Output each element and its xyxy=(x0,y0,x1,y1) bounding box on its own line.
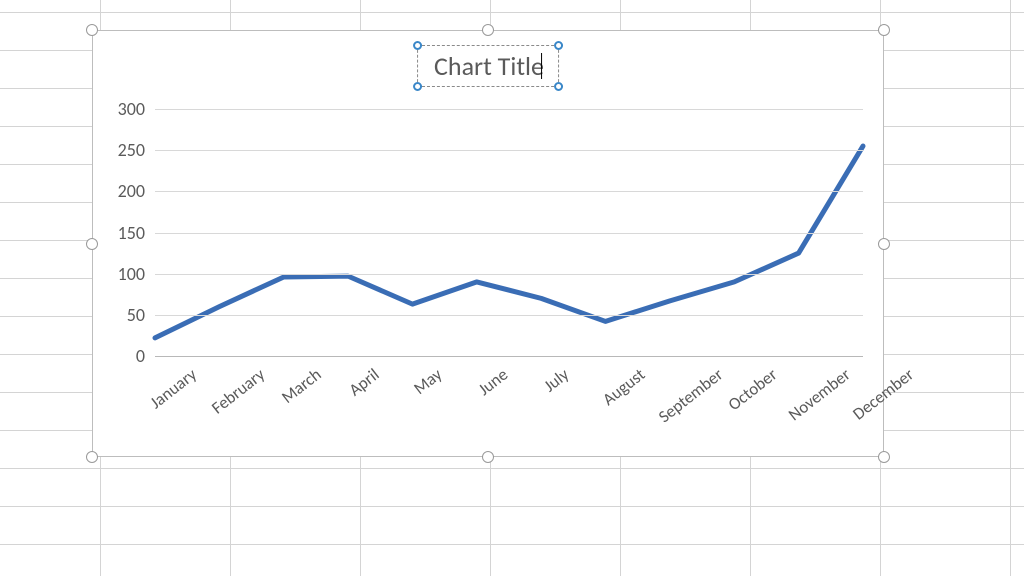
series-1-line[interactable] xyxy=(155,146,863,338)
x-axis-tick: June xyxy=(468,356,512,400)
x-axis-tick: March xyxy=(271,356,325,408)
x-axis-tick: May xyxy=(404,356,447,399)
y-axis-tick: 50 xyxy=(127,304,155,326)
chart-title[interactable]: Chart Title xyxy=(417,45,559,87)
chart-resize-handle-bm[interactable] xyxy=(482,451,494,463)
x-axis-tick: February xyxy=(202,356,270,418)
y-gridline xyxy=(155,356,863,357)
y-gridline xyxy=(155,191,863,192)
chart-resize-handle-mr[interactable] xyxy=(878,238,890,250)
y-axis-tick: 200 xyxy=(118,180,155,202)
title-handle-bl[interactable] xyxy=(413,82,422,91)
y-gridline xyxy=(155,274,863,275)
chart-object[interactable]: Chart Title 050100150200250300JanuaryFeb… xyxy=(92,30,884,457)
x-axis-tick: July xyxy=(534,356,574,396)
y-gridline xyxy=(155,150,863,151)
chart-resize-handle-tl[interactable] xyxy=(86,24,98,36)
y-axis-tick: 250 xyxy=(118,139,155,161)
chart-resize-handle-br[interactable] xyxy=(878,451,890,463)
y-gridline xyxy=(155,233,863,234)
chart-title-text: Chart Title xyxy=(434,50,544,82)
y-gridline xyxy=(155,315,863,316)
text-cursor xyxy=(541,53,542,79)
chart-resize-handle-bl[interactable] xyxy=(86,451,98,463)
x-axis-tick: November xyxy=(778,356,854,425)
title-handle-br[interactable] xyxy=(554,82,563,91)
title-handle-tl[interactable] xyxy=(413,41,422,50)
y-axis-tick: 100 xyxy=(118,263,155,285)
x-axis-tick: August xyxy=(592,356,649,410)
chart-resize-handle-tm[interactable] xyxy=(482,24,494,36)
y-axis-tick: 0 xyxy=(136,345,155,367)
plot-area[interactable]: 050100150200250300JanuaryFebruaryMarchAp… xyxy=(155,109,863,356)
x-axis-tick: September xyxy=(648,356,727,427)
y-gridline xyxy=(155,109,863,110)
title-handle-tr[interactable] xyxy=(554,41,563,50)
y-axis-tick: 150 xyxy=(118,222,155,244)
y-axis-tick: 300 xyxy=(118,98,155,120)
chart-resize-handle-ml[interactable] xyxy=(86,238,98,250)
x-axis-tick: October xyxy=(718,356,781,415)
chart-resize-handle-tr[interactable] xyxy=(878,24,890,36)
x-axis-tick: April xyxy=(339,356,384,400)
